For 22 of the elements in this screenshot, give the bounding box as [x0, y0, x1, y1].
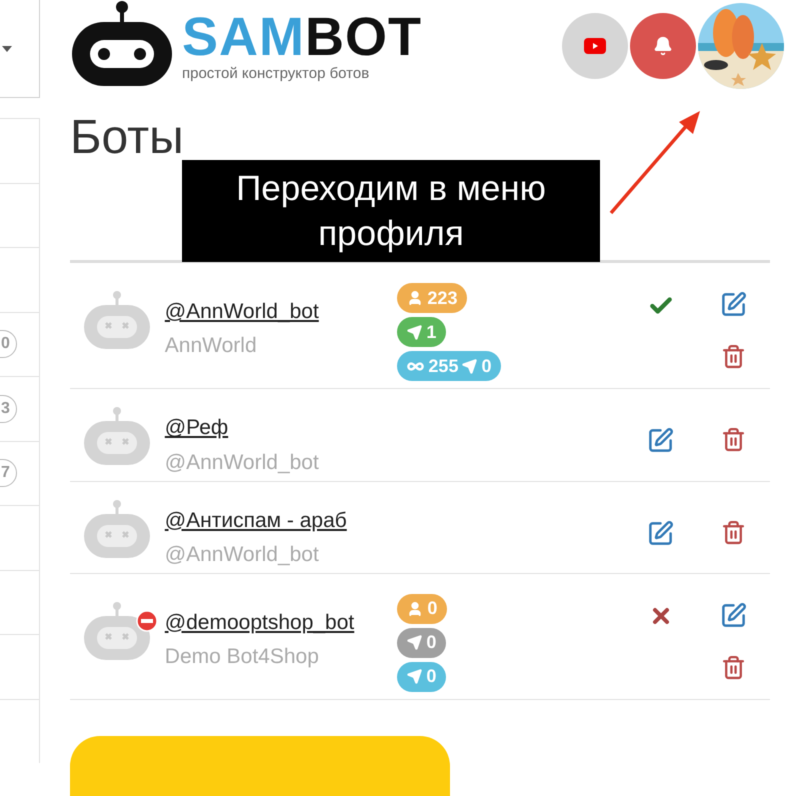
stat-badge: 0	[397, 662, 446, 692]
stat-badge: 255 0	[397, 351, 502, 382]
callout-banner: Переходим в меню профиля	[182, 160, 600, 262]
count-badge: 7	[0, 459, 17, 488]
bot-name-link[interactable]: @demooptshop_bot	[164, 610, 398, 636]
count-badge: 0	[0, 330, 17, 358]
bot-name-link[interactable]: @Антиспам - араб	[164, 508, 398, 534]
tagline: простой конструктор ботов	[182, 66, 370, 82]
stat-badge: 1	[397, 317, 446, 348]
stat-badge: 0	[397, 628, 446, 658]
brand-name: BOT	[305, 10, 422, 64]
bot-subtitle: AnnWorld	[164, 333, 258, 360]
stat-badge: 223	[397, 283, 468, 314]
bot-name-link[interactable]: @AnnWorld_bot	[164, 299, 398, 326]
brand-name: SAM	[182, 10, 305, 64]
count-badge: 3	[0, 394, 17, 423]
page-title: Боты	[70, 114, 184, 162]
bot-name-link[interactable]: @Реф	[164, 415, 398, 442]
stat-badge: 0	[397, 594, 448, 624]
bot-subtitle: Demo Bot4Shop	[164, 644, 320, 670]
bot-subtitle: @AnnWorld_bot	[164, 542, 320, 568]
bot-subtitle: @AnnWorld_bot	[164, 450, 320, 476]
